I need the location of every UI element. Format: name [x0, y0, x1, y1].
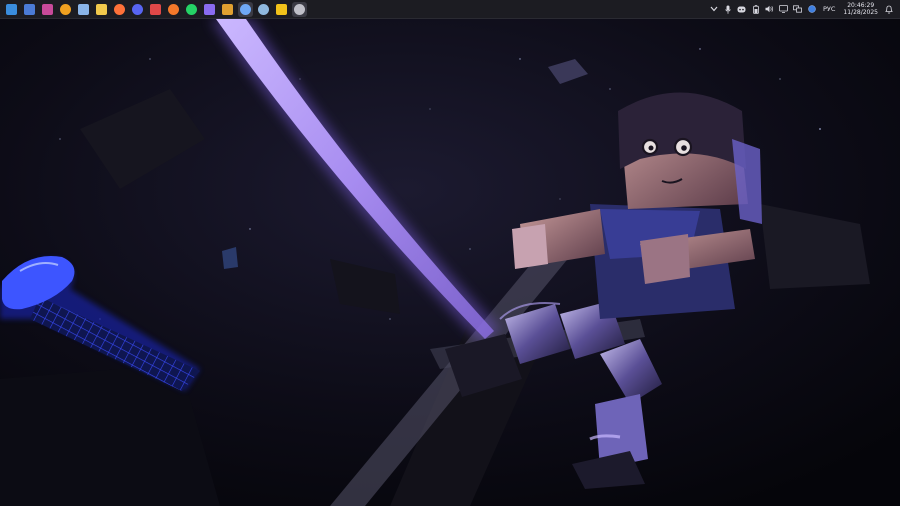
globe-icon[interactable] — [807, 5, 816, 14]
discord-taskbar-button[interactable] — [130, 2, 145, 17]
widgets-icon — [23, 3, 35, 15]
taskbar-apps — [0, 0, 308, 19]
firefox-taskbar-button[interactable] — [112, 2, 127, 17]
network-icon[interactable] — [793, 5, 803, 14]
app-red-taskbar-button[interactable] — [148, 2, 163, 17]
chevron-up-icon[interactable] — [709, 5, 718, 14]
discord-tray-icon[interactable] — [737, 5, 746, 14]
clock-date: 11/28/2025 — [843, 9, 878, 16]
save-taskbar-button[interactable] — [76, 2, 91, 17]
whatsapp-icon — [185, 3, 197, 15]
notification-bell-icon[interactable] — [884, 4, 894, 14]
chrome-taskbar-button[interactable] — [237, 1, 253, 17]
start-icon — [5, 3, 17, 15]
app-red-icon — [149, 3, 161, 15]
battery-icon[interactable] — [751, 4, 760, 14]
start-taskbar-button[interactable] — [4, 2, 19, 17]
whatsapp-taskbar-button[interactable] — [184, 2, 199, 17]
app-purple-icon — [203, 3, 215, 15]
language-indicator[interactable]: РУС — [823, 5, 835, 13]
taskbar: РУС 20:46:29 11/28/2025 — [0, 0, 900, 19]
steam-taskbar-button[interactable] — [256, 2, 271, 17]
system-tray: РУС 20:46:29 11/28/2025 — [707, 0, 900, 19]
blender-icon — [167, 3, 179, 15]
app-purple-taskbar-button[interactable] — [202, 2, 217, 17]
save-icon — [77, 3, 89, 15]
file-explorer-taskbar-button[interactable] — [94, 2, 109, 17]
discord-icon — [131, 3, 143, 15]
scene-illustration — [0, 19, 900, 506]
clock[interactable]: 20:46:29 11/28/2025 — [843, 2, 878, 16]
blender-taskbar-button[interactable] — [166, 2, 181, 17]
steam-icon — [257, 3, 269, 15]
app-bars-icon — [275, 3, 287, 15]
app-shield-taskbar-button[interactable] — [220, 2, 235, 17]
search-icon — [59, 3, 71, 15]
apps-taskbar-button[interactable] — [40, 2, 55, 17]
search-taskbar-button[interactable] — [58, 2, 73, 17]
display-icon[interactable] — [779, 5, 789, 14]
microphone-icon[interactable] — [723, 5, 732, 14]
apps-icon — [41, 3, 53, 15]
scene-viewport — [0, 19, 900, 506]
volume-icon[interactable] — [765, 5, 774, 14]
widgets-taskbar-button[interactable] — [22, 2, 37, 17]
firefox-icon — [113, 3, 125, 15]
obs-taskbar-button[interactable] — [291, 1, 307, 17]
app-shield-icon — [221, 3, 233, 15]
clock-time: 20:46:29 — [847, 2, 875, 9]
obs-icon — [293, 3, 305, 15]
app-bars-taskbar-button[interactable] — [274, 2, 289, 17]
file-explorer-icon — [95, 3, 107, 15]
chrome-icon — [239, 3, 251, 15]
